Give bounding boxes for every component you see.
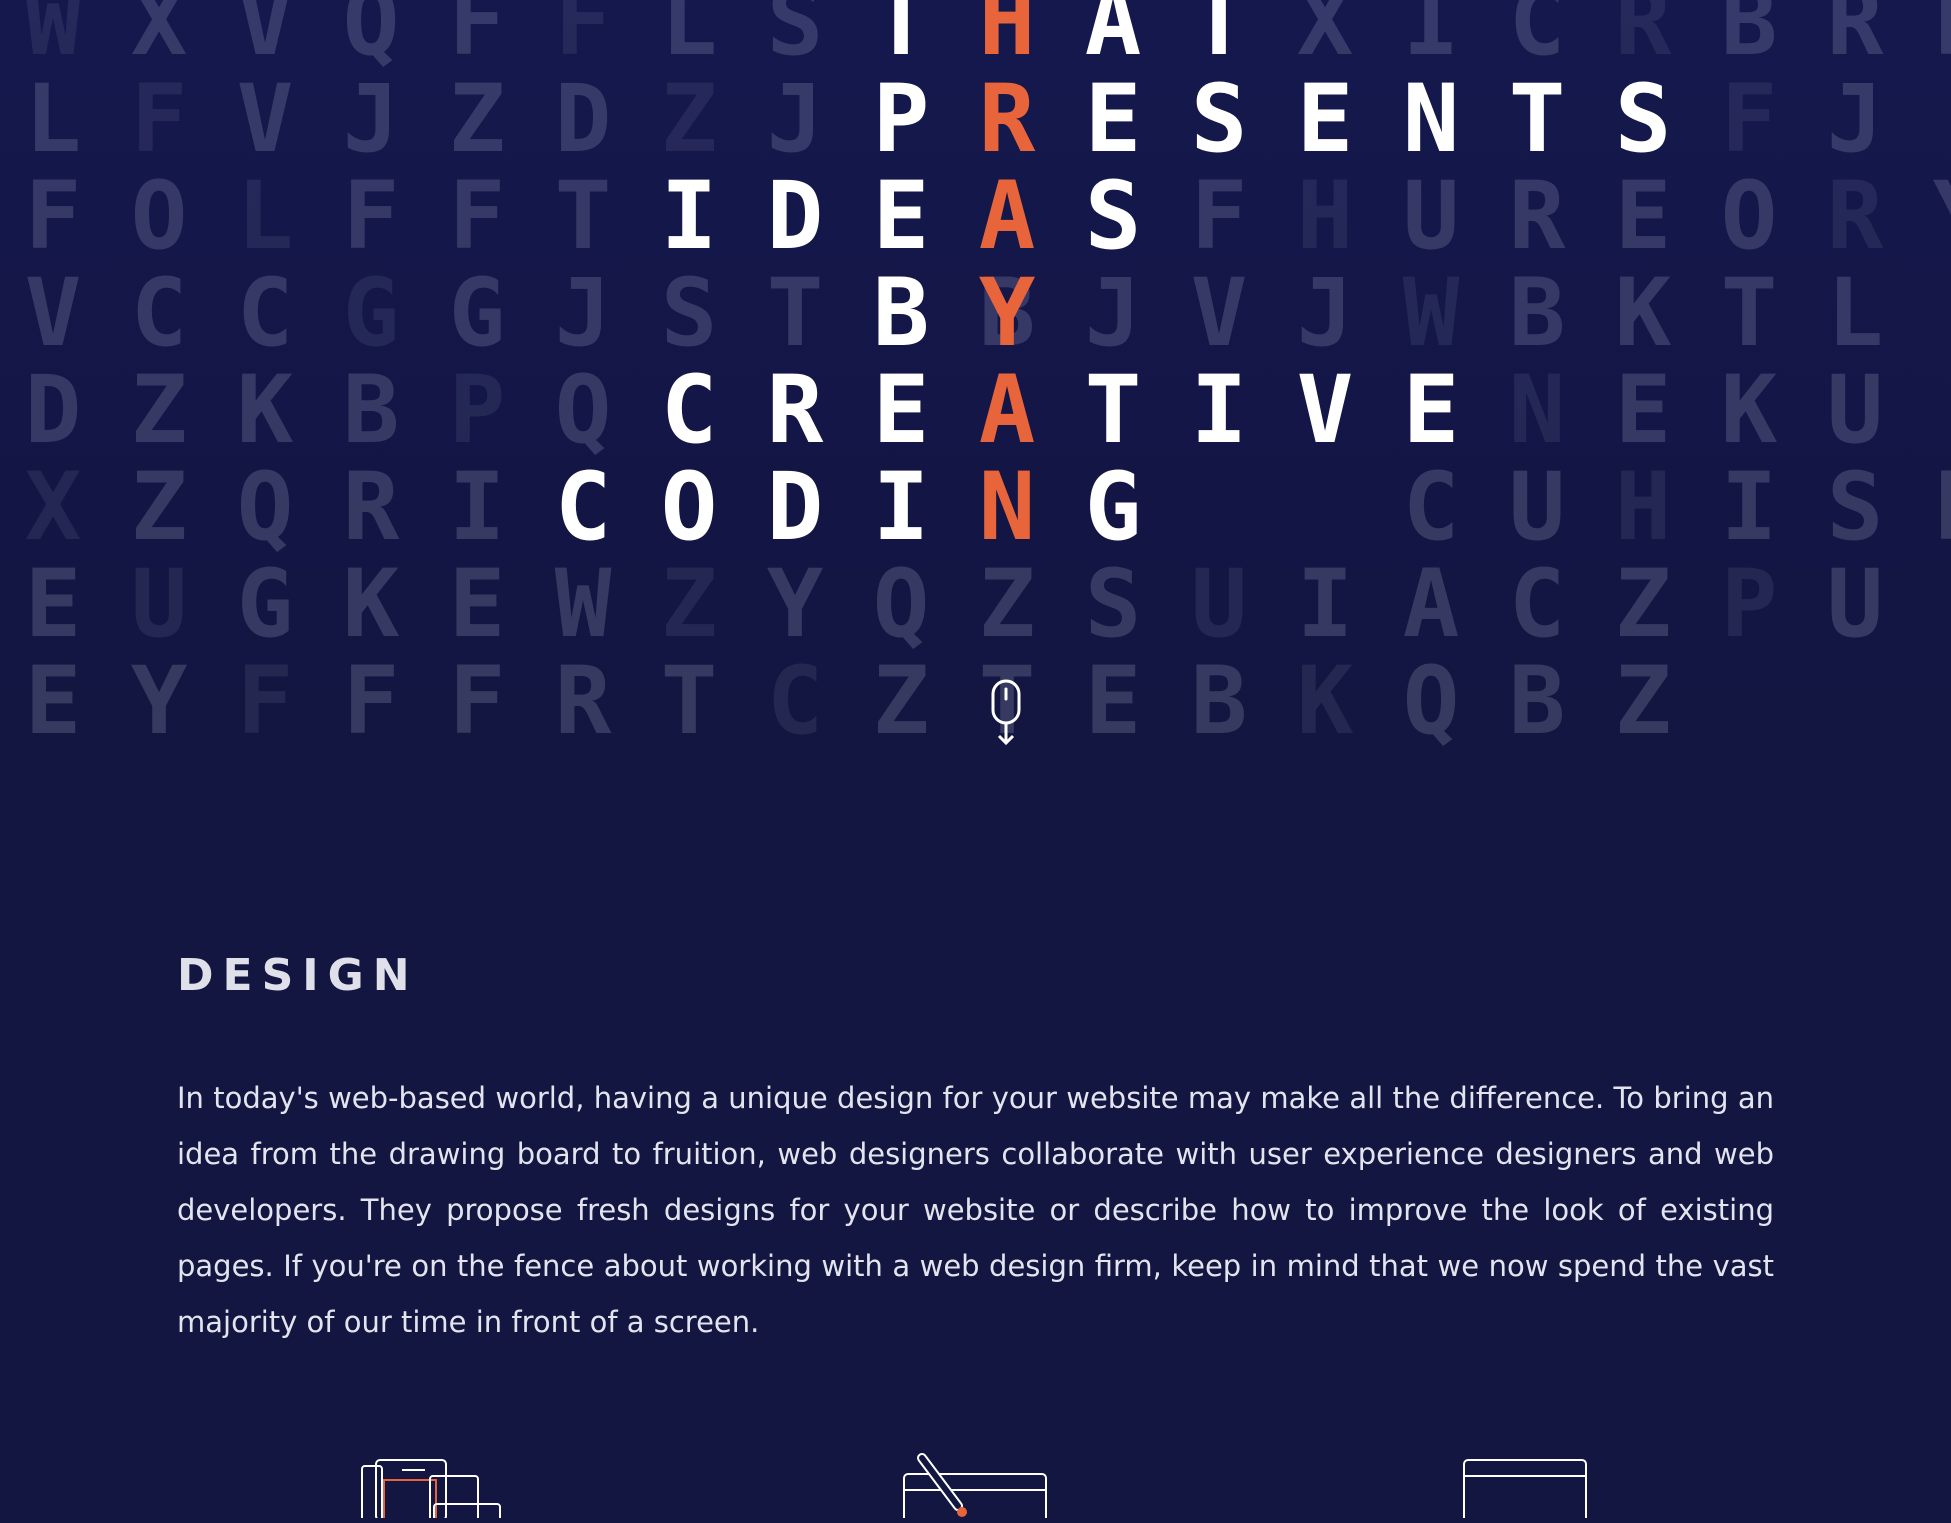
headline-letter: E: [1296, 65, 1354, 174]
section-title: DESIGN: [177, 950, 419, 1001]
headline-letter: T: [1508, 65, 1566, 174]
headline-letter: E: [872, 356, 930, 465]
responsive-devices-icon: [360, 1448, 520, 1523]
headline-letter: E: [872, 162, 930, 271]
headline-letter: R: [766, 356, 824, 465]
headline-accent-letter: N: [978, 453, 1036, 562]
headline-letter: G: [1084, 453, 1142, 562]
headline-letter: T: [872, 0, 930, 77]
hero-headline: THATPRESENTSIDEASBYCREATIVECODING: [0, 0, 1951, 760]
headline-letter: O: [660, 453, 718, 562]
headline-letter: V: [1296, 356, 1354, 465]
section-description: In today's web-based world, having a uni…: [177, 1081, 1774, 1339]
headline-letter: C: [554, 453, 612, 562]
headline-letter: I: [660, 162, 718, 271]
headline-letter: S: [1190, 65, 1248, 174]
headline-accent-letter: R: [978, 65, 1036, 174]
mouse-scroll-down-icon[interactable]: [987, 679, 1029, 749]
headline-letter: S: [1614, 65, 1672, 174]
hero-section: WXVQFFLSXICRBRFLFVJZDZJSFJFOLFFTFHUREORY…: [0, 0, 1951, 760]
headline-letter: S: [1084, 162, 1142, 271]
headline-letter: I: [1190, 356, 1248, 465]
headline-accent-letter: Y: [978, 259, 1036, 368]
headline-accent-letter: H: [978, 0, 1036, 77]
headline-accent-letter: A: [978, 162, 1036, 271]
headline-letter: B: [872, 259, 930, 368]
headline-letter: P: [872, 65, 930, 174]
headline-letter: D: [766, 453, 824, 562]
headline-letter: A: [1084, 0, 1142, 77]
headline-letter: C: [660, 356, 718, 465]
design-section: DESIGN In today's web-based world, havin…: [177, 950, 1774, 1350]
headline-letter: T: [1084, 356, 1142, 465]
headline-letter: T: [1190, 0, 1248, 77]
headline-letter: D: [766, 162, 824, 271]
headline-accent-letter: A: [978, 356, 1036, 465]
headline-line: THAT: [0, 0, 1951, 71]
headline-letter: E: [1402, 356, 1460, 465]
headline-line: CODING: [0, 459, 1951, 556]
headline-line: CREATIVE: [0, 362, 1951, 459]
headline-line: IDEAS: [0, 168, 1951, 265]
headline-letter: I: [872, 453, 930, 562]
browser-window-icon: [1462, 1448, 1622, 1523]
design-pen-window-icon: [900, 1448, 1060, 1523]
headline-letter: N: [1402, 65, 1460, 174]
headline-letter: E: [1084, 65, 1142, 174]
headline-line: BY: [0, 265, 1951, 362]
headline-line: PRESENTS: [0, 71, 1951, 168]
